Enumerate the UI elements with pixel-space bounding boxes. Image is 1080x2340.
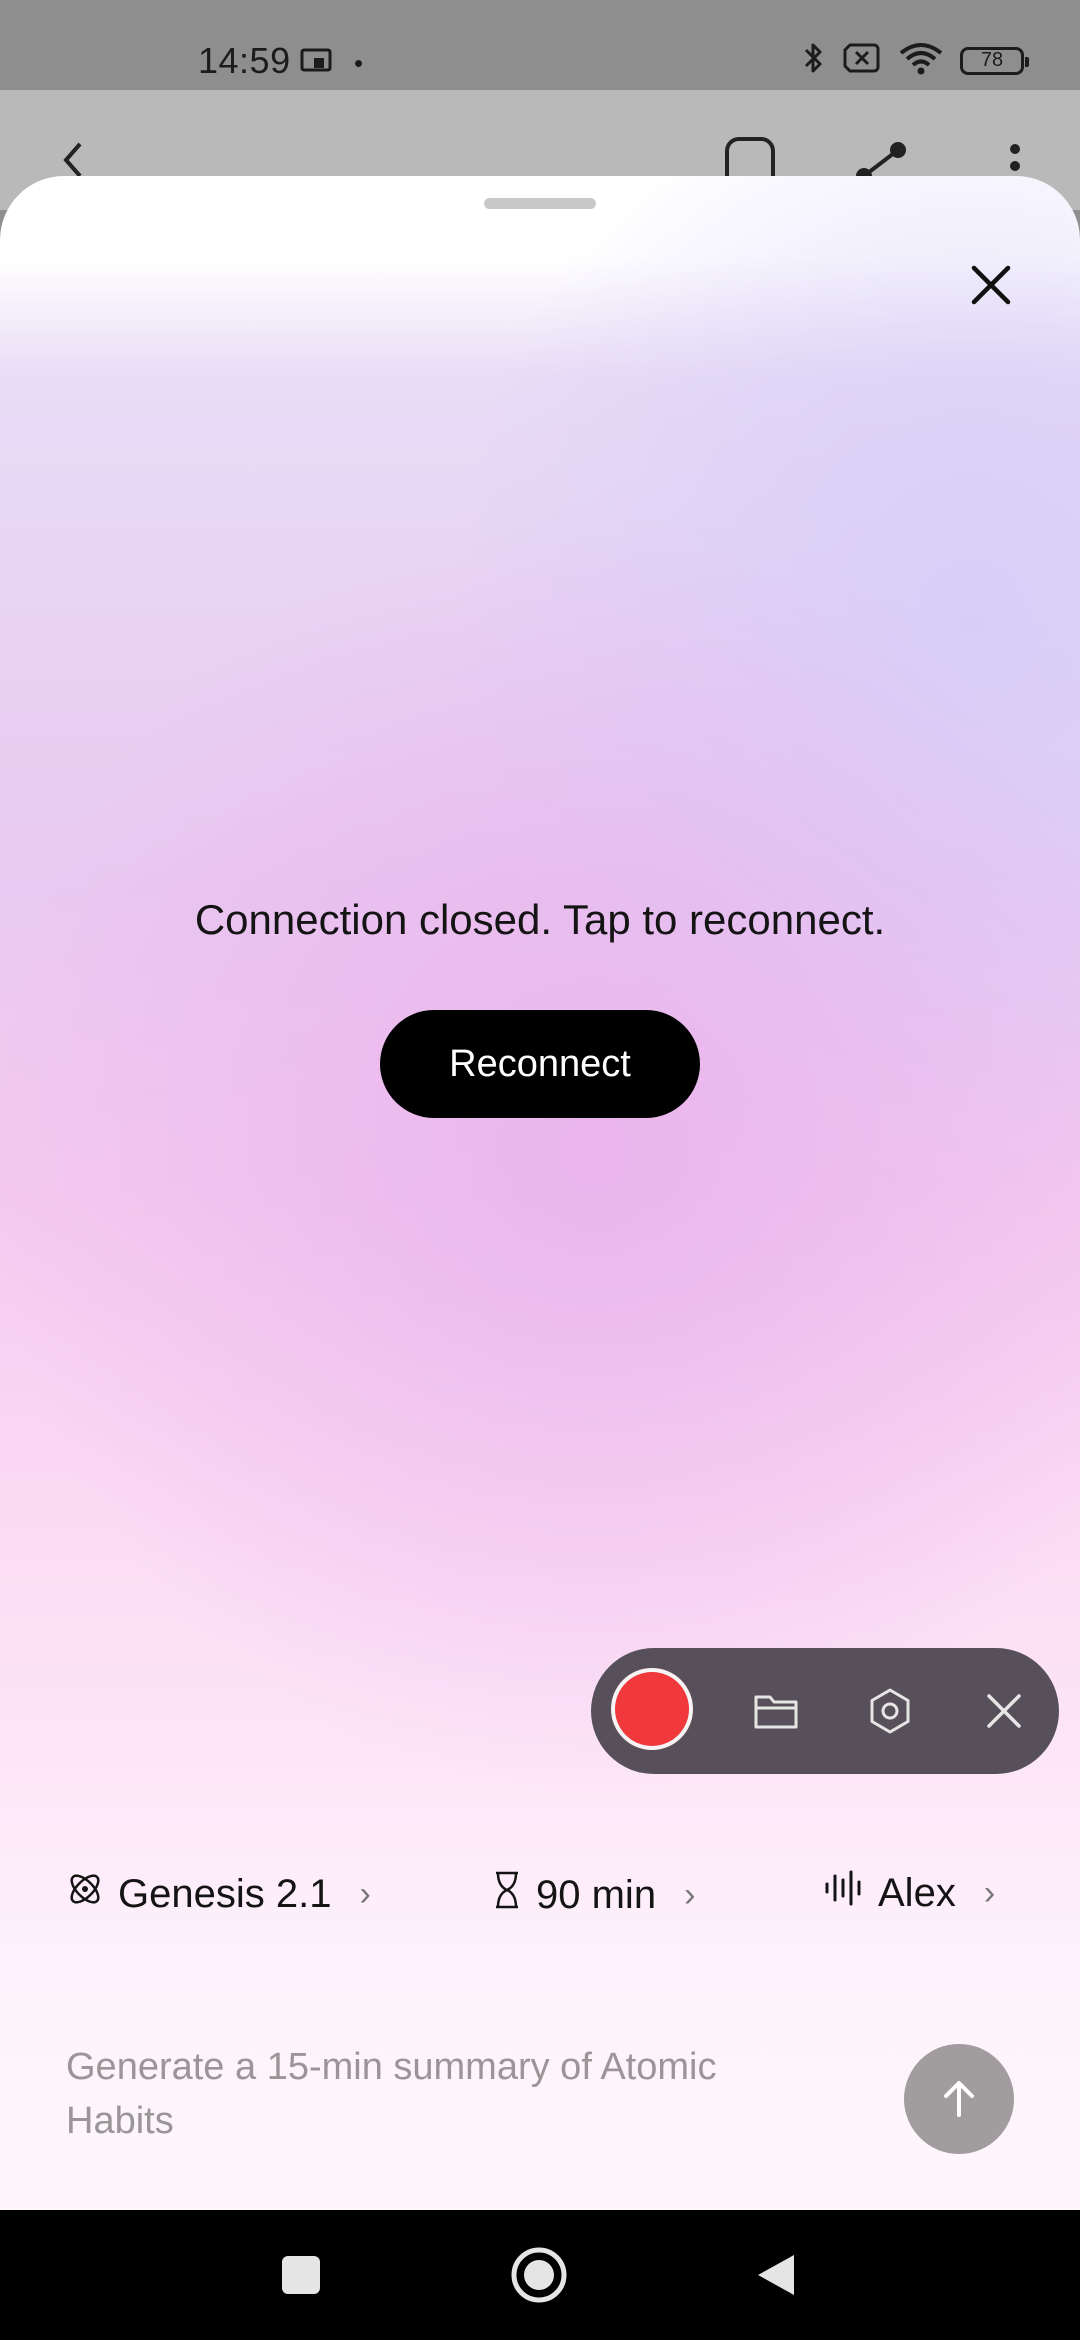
battery-level: 78 xyxy=(980,49,1004,71)
chevron-right-icon: › xyxy=(359,1874,371,1913)
close-sheet-button[interactable] xyxy=(966,260,1016,310)
close-icon xyxy=(971,265,1011,305)
home-icon[interactable] xyxy=(510,2246,568,2309)
bluetooth-icon xyxy=(802,40,826,81)
connection-message: Connection closed. Tap to reconnect. xyxy=(194,896,886,943)
chevron-right-icon: › xyxy=(684,1875,696,1914)
status-time: 14:59 xyxy=(198,40,291,81)
sim-off-icon xyxy=(842,42,882,79)
status-bar: 14:59 • 78 xyxy=(0,0,1080,90)
model-label: Genesis 2.1 xyxy=(118,1871,332,1916)
voice-label: Alex xyxy=(878,1870,956,1915)
battery-icon: 78 xyxy=(960,46,1029,75)
cast-icon xyxy=(300,48,334,79)
recorder-toolbar xyxy=(591,1648,1059,1774)
options-row: Genesis 2.1 › 90 min › Alex › xyxy=(0,1836,1080,1996)
reconnect-button[interactable]: Reconnect xyxy=(380,1010,700,1118)
prompt-input[interactable]: Generate a 15-min summary of Atomic Habi… xyxy=(66,2040,826,2148)
atom-icon xyxy=(66,1870,104,1918)
send-button[interactable] xyxy=(904,2044,1014,2154)
folder-icon[interactable] xyxy=(751,1686,801,1736)
recents-icon[interactable] xyxy=(280,2254,322,2301)
drag-handle[interactable] xyxy=(484,198,596,209)
model-selector[interactable]: Genesis 2.1 › xyxy=(66,1870,371,1918)
arrow-up-icon xyxy=(944,2081,974,2117)
hourglass-icon xyxy=(492,1870,522,1920)
chevron-right-icon: › xyxy=(983,1873,996,1912)
close-recorder-icon[interactable] xyxy=(979,1686,1029,1736)
status-dot: • xyxy=(354,48,364,78)
record-button[interactable] xyxy=(611,1668,693,1750)
waveform-icon xyxy=(824,1870,864,1916)
duration-label: 90 min xyxy=(536,1872,657,1917)
wifi-icon xyxy=(898,41,944,80)
duration-selector[interactable]: 90 min › xyxy=(492,1870,695,1920)
settings-icon[interactable] xyxy=(865,1686,915,1736)
voice-selector[interactable]: Alex › xyxy=(824,1870,995,1916)
system-nav-bar xyxy=(0,2210,1080,2340)
back-nav-icon[interactable] xyxy=(754,2252,798,2303)
